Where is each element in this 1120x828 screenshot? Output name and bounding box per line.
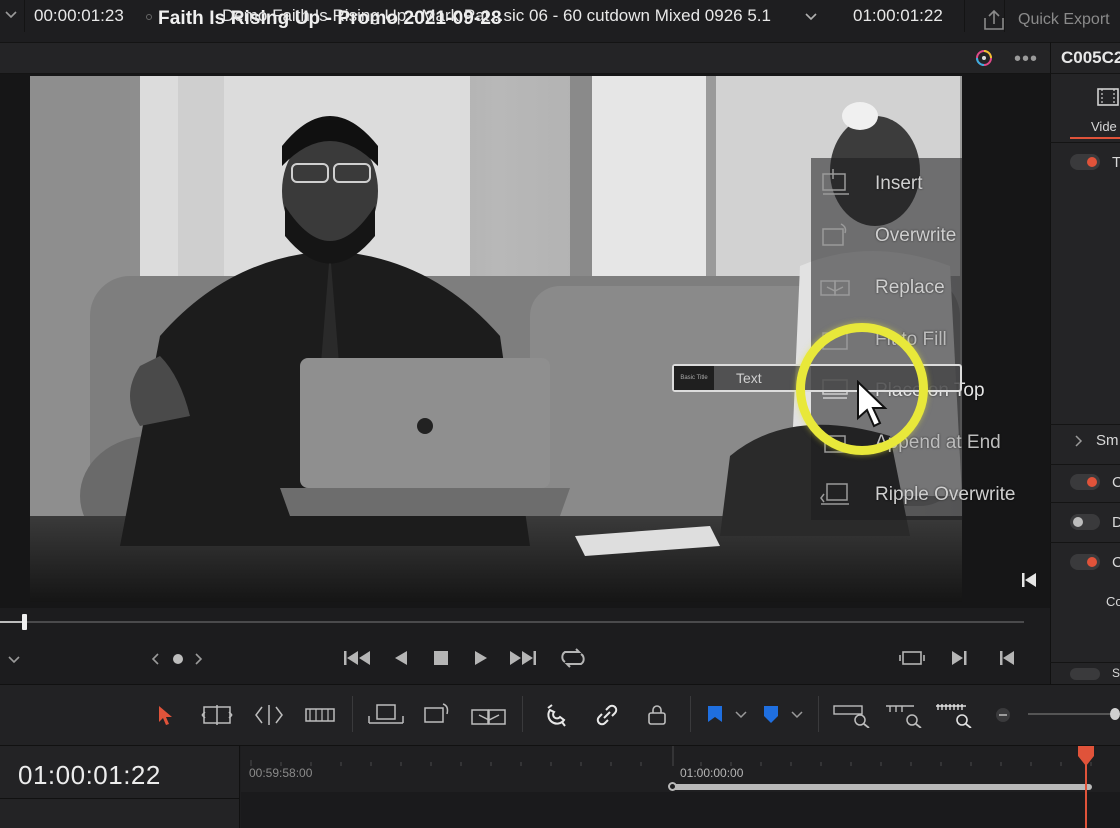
- cropping-toggle[interactable]: [1070, 474, 1100, 490]
- ruler-timecode: 01:00:00:00: [680, 766, 744, 780]
- video-tab-icon[interactable]: [1096, 86, 1120, 113]
- timeline-timecode[interactable]: 01:00:01:22: [18, 760, 161, 791]
- color-wheel-icon[interactable]: [972, 47, 996, 74]
- marker-dropdown[interactable]: [758, 700, 806, 730]
- divider: [352, 696, 353, 732]
- blade-tool-icon[interactable]: [300, 700, 340, 730]
- speed-toggle[interactable]: [1070, 668, 1100, 680]
- zoom-out-icon[interactable]: [992, 700, 1014, 730]
- insert-icon: [819, 169, 853, 199]
- overwrite-label: Overwrite: [875, 225, 957, 246]
- scrub-progress: [0, 621, 24, 623]
- skip-to-start-icon[interactable]: [1020, 571, 1038, 594]
- insert-label: Insert: [875, 173, 923, 194]
- export-icon: [984, 9, 1004, 30]
- overwrite-option[interactable]: Overwrite: [811, 214, 1041, 258]
- divider: [690, 696, 691, 732]
- composite-mode-label: Co: [1106, 594, 1120, 609]
- zoom-slider[interactable]: [1028, 713, 1120, 715]
- dynamic-zoom-toggle[interactable]: [1070, 514, 1100, 530]
- divider: [24, 0, 25, 32]
- zoom-slider-knob[interactable]: [1110, 708, 1120, 720]
- transform-section: [1050, 142, 1120, 426]
- previous-edit-icon[interactable]: [996, 646, 1018, 670]
- overwrite-clip-icon[interactable]: [418, 700, 456, 730]
- selection-tool-icon[interactable]: [152, 700, 178, 730]
- divider: [522, 696, 523, 732]
- zoom-full-icon[interactable]: [832, 700, 872, 730]
- playhead-handle-icon[interactable]: [1078, 746, 1094, 771]
- match-frame-icon[interactable]: [898, 646, 926, 670]
- inspector-clip-id: C005C2: [1061, 48, 1120, 67]
- active-tab-indicator: [1070, 137, 1120, 139]
- insert-clip-icon[interactable]: [366, 700, 406, 730]
- trim-tool-icon[interactable]: [196, 700, 238, 730]
- chevron-down-icon[interactable]: [4, 8, 18, 25]
- ripple-overwrite-option[interactable]: Ripple Overwrite: [811, 473, 1041, 517]
- next-edit-icon[interactable]: [948, 646, 970, 670]
- tab-video[interactable]: Vide: [1091, 119, 1117, 134]
- range-start-handle[interactable]: [668, 782, 677, 791]
- clip-thumbnail: Basic Title: [674, 366, 714, 390]
- zoom-detail-icon[interactable]: [884, 700, 924, 730]
- reverse-play-icon[interactable]: [390, 646, 412, 670]
- ruler-timecode: 00:59:58:00: [249, 766, 313, 780]
- marker-icon: [764, 706, 803, 723]
- insert-option[interactable]: Insert: [811, 162, 1041, 206]
- go-to-start-icon[interactable]: [342, 646, 372, 670]
- divider: [1004, 0, 1005, 32]
- divider: [964, 0, 965, 32]
- section-label: T: [1112, 154, 1120, 171]
- position-lock-icon[interactable]: [642, 700, 672, 730]
- mouse-cursor-icon: [856, 379, 890, 437]
- resolve-edit-page: Faith Is Rising Up - Promo 2021-09-28 Qu…: [0, 0, 1120, 828]
- stop-icon[interactable]: [430, 646, 452, 670]
- chevron-down-icon[interactable]: [4, 650, 24, 670]
- dynamic-trim-icon[interactable]: [248, 700, 290, 730]
- snapping-icon[interactable]: [542, 700, 572, 730]
- replace-clip-icon[interactable]: [468, 700, 510, 730]
- zoom-custom-icon[interactable]: [934, 700, 974, 730]
- section-label: C: [1112, 554, 1120, 571]
- timeline-name[interactable]: Demo Faith Is Rising Up - Mark Pat...sic…: [222, 6, 771, 26]
- section-label: D: [1112, 514, 1120, 531]
- composite-toggle[interactable]: [1070, 554, 1100, 570]
- loop-icon[interactable]: [558, 646, 588, 670]
- section-label: Sm: [1096, 432, 1119, 449]
- linked-selection-icon[interactable]: [592, 700, 622, 730]
- quick-export-label: Quick Export: [1018, 11, 1110, 28]
- replace-option[interactable]: Replace: [811, 266, 1041, 310]
- chevron-right-icon: [1074, 434, 1084, 452]
- divider: [818, 696, 819, 732]
- scrub-bar[interactable]: [0, 621, 1024, 623]
- ripple-overwrite-label: Ripple Overwrite: [875, 484, 1016, 505]
- more-options-icon[interactable]: •••: [1014, 48, 1038, 71]
- flag-icon: [708, 706, 747, 722]
- chevron-down-icon[interactable]: [804, 10, 818, 29]
- clip-label: Text: [736, 370, 762, 386]
- section-label: S: [1112, 666, 1120, 680]
- timeline-tracks[interactable]: [241, 792, 1120, 828]
- section-label: C: [1112, 474, 1120, 491]
- quick-export-button[interactable]: Quick Export: [982, 8, 1110, 32]
- replace-icon: [819, 273, 853, 303]
- replace-label: Replace: [875, 277, 945, 298]
- status-dot: [146, 14, 152, 20]
- in-out-range[interactable]: [672, 784, 1092, 790]
- ruler-ticks: [250, 746, 1092, 766]
- divider: [0, 798, 240, 799]
- scrub-playhead[interactable]: [22, 614, 27, 630]
- ripple-overwrite-icon: [819, 480, 853, 510]
- play-icon[interactable]: [470, 646, 492, 670]
- go-to-end-icon[interactable]: [508, 646, 538, 670]
- flag-dropdown[interactable]: [702, 700, 750, 730]
- viewer-header: [0, 42, 1050, 74]
- record-timecode[interactable]: 01:00:01:22: [853, 6, 943, 26]
- jog-control[interactable]: [148, 648, 208, 670]
- overwrite-icon: [819, 221, 853, 251]
- source-timecode[interactable]: 00:00:01:23: [34, 6, 124, 26]
- transform-toggle[interactable]: [1070, 154, 1100, 170]
